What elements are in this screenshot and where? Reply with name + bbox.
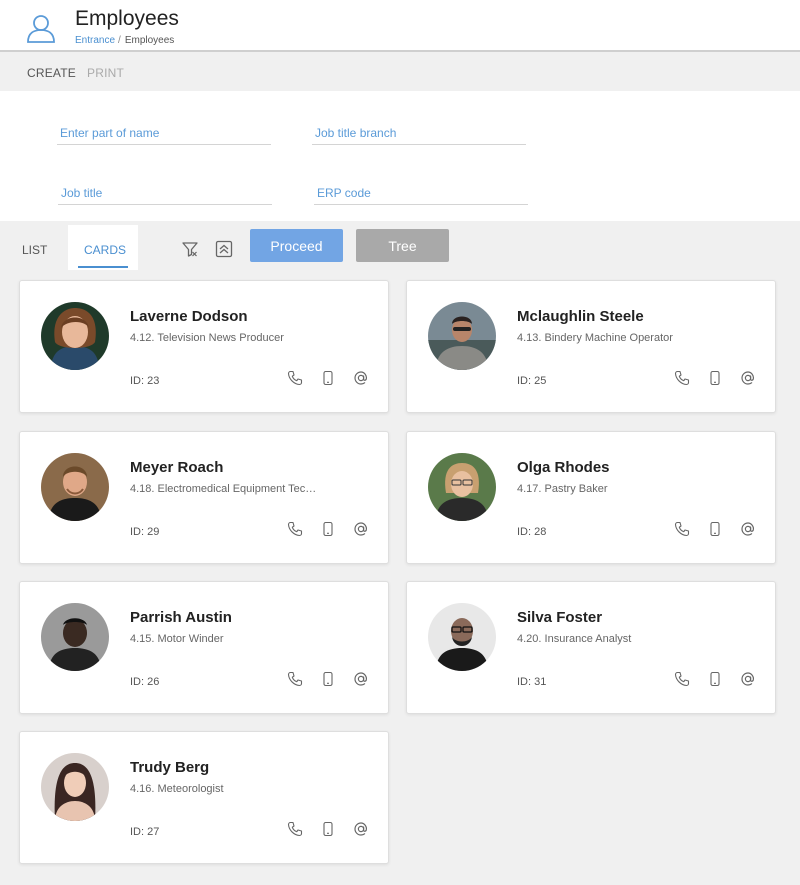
employee-card[interactable]: Olga Rhodes 4.17. Pastry Baker ID: 28 (406, 431, 776, 564)
tab-cards[interactable]: CARDS (68, 225, 138, 270)
name-filter-input[interactable] (57, 123, 271, 143)
tree-button[interactable]: Tree (356, 229, 449, 262)
job-title-field (58, 167, 272, 205)
employee-job-title: 4.20. Insurance Analyst (517, 633, 632, 645)
phone-icon[interactable] (674, 671, 690, 687)
mobile-phone-icon[interactable] (707, 370, 723, 386)
mobile-phone-icon[interactable] (320, 671, 336, 687)
phone-icon[interactable] (287, 521, 303, 537)
employee-id: ID: 27 (130, 826, 160, 838)
avatar (41, 302, 109, 370)
employee-id: ID: 28 (517, 526, 547, 538)
avatar (428, 302, 496, 370)
email-at-icon[interactable] (353, 370, 369, 386)
employee-card[interactable]: Mclaughlin Steele 4.13. Bindery Machine … (406, 280, 776, 413)
employee-name: Olga Rhodes (517, 459, 610, 476)
erp-code-input[interactable] (314, 183, 528, 203)
email-at-icon[interactable] (353, 821, 369, 837)
mobile-phone-icon[interactable] (707, 671, 723, 687)
email-at-icon[interactable] (740, 521, 756, 537)
page-header: Employees Entrance / Employees (0, 0, 800, 52)
breadcrumb-entrance-link[interactable]: Entrance (75, 35, 115, 46)
employee-job-title: 4.15. Motor Winder (130, 633, 224, 645)
employee-card[interactable]: Laverne Dodson 4.12. Television News Pro… (19, 280, 389, 413)
employee-name: Silva Foster (517, 609, 603, 626)
employee-card[interactable]: Trudy Berg 4.16. Meteorologist ID: 27 (19, 731, 389, 864)
print-button[interactable]: PRINT (87, 66, 124, 80)
mobile-phone-icon[interactable] (320, 521, 336, 537)
proceed-button[interactable]: Proceed (250, 229, 343, 262)
employee-name: Trudy Berg (130, 759, 210, 776)
phone-icon[interactable] (674, 521, 690, 537)
phone-icon[interactable] (287, 821, 303, 837)
breadcrumb: Entrance / Employees (75, 35, 174, 46)
avatar (428, 453, 496, 521)
page-title: Employees (75, 7, 179, 30)
employee-card[interactable]: Meyer Roach 4.18. Electromedical Equipme… (19, 431, 389, 564)
toolbar: CREATE PRINT (0, 54, 800, 91)
breadcrumb-separator: / (118, 35, 121, 46)
employee-card[interactable]: Silva Foster 4.20. Insurance Analyst ID:… (406, 581, 776, 714)
filter-icon[interactable] (181, 240, 199, 258)
email-at-icon[interactable] (740, 671, 756, 687)
employee-name: Mclaughlin Steele (517, 308, 644, 325)
employee-name: Meyer Roach (130, 459, 224, 476)
phone-icon[interactable] (287, 671, 303, 687)
filter-panel (0, 91, 800, 221)
avatar (428, 603, 496, 671)
employee-job-title: 4.17. Pastry Baker (517, 483, 608, 495)
email-at-icon[interactable] (353, 671, 369, 687)
avatar (41, 453, 109, 521)
phone-icon[interactable] (674, 370, 690, 386)
collapse-up-icon[interactable] (215, 240, 233, 258)
employee-job-title: 4.16. Meteorologist (130, 783, 224, 795)
avatar (41, 603, 109, 671)
employee-name: Laverne Dodson (130, 308, 248, 325)
avatar (41, 753, 109, 821)
employee-id: ID: 29 (130, 526, 160, 538)
employee-id: ID: 25 (517, 375, 547, 387)
create-button[interactable]: CREATE (27, 66, 76, 80)
employee-card[interactable]: Parrish Austin 4.15. Motor Winder ID: 26 (19, 581, 389, 714)
user-icon (27, 15, 55, 43)
job-title-branch-field (312, 107, 526, 145)
employee-id: ID: 31 (517, 676, 547, 688)
name-filter-field (57, 107, 271, 145)
email-at-icon[interactable] (740, 370, 756, 386)
employee-job-title: 4.12. Television News Producer (130, 332, 284, 344)
tab-list[interactable]: LIST (22, 243, 47, 257)
employee-id: ID: 26 (130, 676, 160, 688)
job-title-input[interactable] (58, 183, 272, 203)
job-title-branch-input[interactable] (312, 123, 526, 143)
employee-job-title: 4.13. Bindery Machine Operator (517, 332, 673, 344)
employee-id: ID: 23 (130, 375, 160, 387)
tab-cards-label: CARDS (84, 243, 127, 257)
phone-icon[interactable] (287, 370, 303, 386)
mobile-phone-icon[interactable] (320, 821, 336, 837)
active-tab-indicator (78, 266, 128, 268)
employee-name: Parrish Austin (130, 609, 232, 626)
view-bar: LIST CARDS Proceed Tree (0, 221, 800, 271)
erp-code-field (314, 167, 528, 205)
mobile-phone-icon[interactable] (320, 370, 336, 386)
breadcrumb-current: Employees (124, 35, 175, 46)
mobile-phone-icon[interactable] (707, 521, 723, 537)
employee-job-title: 4.18. Electromedical Equipment Technicia… (130, 483, 320, 495)
email-at-icon[interactable] (353, 521, 369, 537)
